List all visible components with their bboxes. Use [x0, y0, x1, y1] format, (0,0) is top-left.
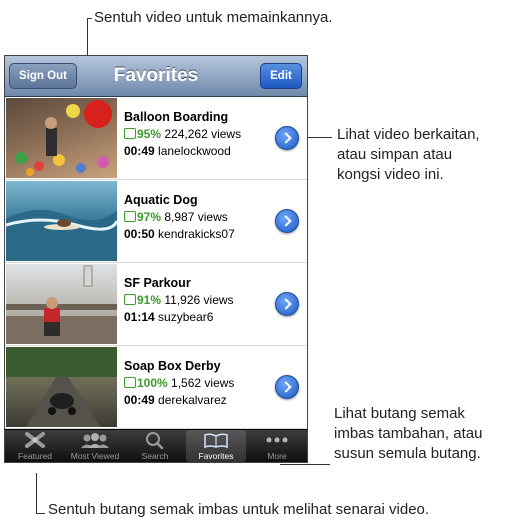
- annotation-top: Sentuh video untuk memainkannya.: [94, 9, 333, 26]
- video-thumbnail[interactable]: [6, 98, 117, 178]
- tab-bar: Featured Most Viewed Search Favorites Mo…: [5, 429, 307, 462]
- video-stats: 91% 11,926 views: [124, 292, 234, 309]
- video-row-balloon-boarding[interactable]: Balloon Boarding 95% 224,262 views 00:49…: [5, 97, 307, 180]
- derby-thumbnail-art: [6, 347, 117, 427]
- tab-label: Favorites: [198, 451, 234, 461]
- detail-disclosure-button[interactable]: [275, 375, 299, 399]
- video-views: 224,262 views: [164, 127, 242, 141]
- video-views: 11,926 views: [164, 293, 234, 307]
- tab-label: Most Viewed: [70, 451, 120, 461]
- featured-icon: [25, 432, 45, 448]
- video-title: Soap Box Derby: [124, 359, 221, 373]
- tab-label: More: [267, 451, 287, 461]
- tab-favorites[interactable]: Favorites: [186, 430, 246, 462]
- video-duration: 00:49: [124, 393, 155, 407]
- video-duration: 00:50: [124, 227, 155, 241]
- video-user: derekalvarez: [158, 393, 227, 407]
- video-rating: 97%: [137, 210, 162, 224]
- video-rating: 95%: [137, 127, 162, 141]
- edit-button[interactable]: Edit: [260, 63, 302, 89]
- thumbs-up-icon: [124, 211, 136, 222]
- phone-screen: Sign Out Favorites Edit Balloon Boarding…: [4, 55, 308, 463]
- video-info: Aquatic Dog 97% 8,987 views 00:50 kendra…: [124, 192, 235, 243]
- video-stats: 100% 1,562 views: [124, 375, 234, 392]
- video-duration: 00:49: [124, 144, 155, 158]
- detail-disclosure-button[interactable]: [275, 209, 299, 233]
- balloon-thumbnail-art: [15, 100, 112, 176]
- tab-label: Featured: [17, 451, 53, 461]
- video-meta: 00:49 derekalvarez: [124, 392, 234, 409]
- annotation-right-2: Lihat butang semak imbas tambahan, atau …: [334, 405, 483, 462]
- video-views: 1,562 views: [171, 376, 235, 390]
- thumbs-up-icon: [124, 128, 136, 139]
- detail-disclosure-button[interactable]: [275, 292, 299, 316]
- tab-most-viewed[interactable]: Most Viewed: [65, 430, 125, 462]
- video-user: lanelockwood: [158, 144, 231, 158]
- most-viewed-icon: [81, 433, 109, 448]
- video-views: 8,987 views: [164, 210, 228, 224]
- video-title: Balloon Boarding: [124, 110, 229, 124]
- video-stats: 95% 224,262 views: [124, 126, 241, 143]
- video-row-aquatic-dog[interactable]: Aquatic Dog 97% 8,987 views 00:50 kendra…: [5, 180, 307, 263]
- annotation-bottom: Sentuh butang semak imbas untuk melihat …: [48, 501, 430, 518]
- video-meta: 01:14 suzybear6: [124, 309, 234, 326]
- video-duration: 01:14: [124, 310, 155, 324]
- annotation-right-1: Lihat video berkaitan, atau simpan atau …: [337, 126, 480, 183]
- video-meta: 00:49 lanelockwood: [124, 143, 241, 160]
- leader-line-bottom-tick: [36, 513, 45, 514]
- leader-line-bottom: [36, 473, 37, 514]
- tab-label: Search: [141, 451, 169, 461]
- video-info: Soap Box Derby 100% 1,562 views 00:49 de…: [124, 358, 234, 409]
- video-user: suzybear6: [158, 310, 214, 324]
- leader-line-top-tick: [87, 18, 92, 19]
- video-thumbnail[interactable]: [6, 347, 117, 427]
- navigation-bar: Sign Out Favorites Edit: [5, 56, 307, 97]
- video-rating: 100%: [137, 376, 168, 390]
- detail-disclosure-button[interactable]: [275, 126, 299, 150]
- parkour-thumbnail-art: [6, 265, 117, 344]
- video-list: Balloon Boarding 95% 224,262 views 00:49…: [5, 97, 307, 450]
- video-info: SF Parkour 91% 11,926 views 01:14 suzybe…: [124, 275, 234, 326]
- video-thumbnail[interactable]: [6, 264, 117, 344]
- video-meta: 00:50 kendrakicks07: [124, 226, 235, 243]
- video-row-sf-parkour[interactable]: SF Parkour 91% 11,926 views 01:14 suzybe…: [5, 263, 307, 346]
- video-title: Aquatic Dog: [124, 193, 198, 207]
- thumbs-up-icon: [124, 294, 136, 305]
- video-stats: 97% 8,987 views: [124, 209, 235, 226]
- video-user: kendrakicks07: [158, 227, 235, 241]
- leader-line-right-2: [280, 464, 330, 465]
- video-rating: 91%: [137, 293, 162, 307]
- tab-featured[interactable]: Featured: [5, 430, 65, 462]
- video-title: SF Parkour: [124, 276, 191, 290]
- search-icon: [146, 432, 164, 449]
- tab-search[interactable]: Search: [125, 430, 185, 462]
- video-thumbnail[interactable]: [6, 181, 117, 261]
- favorites-icon: [204, 433, 228, 449]
- video-info: Balloon Boarding 95% 224,262 views 00:49…: [124, 109, 241, 160]
- tab-more[interactable]: More: [247, 430, 307, 462]
- thumbs-up-icon: [124, 377, 136, 388]
- surf-thumbnail-art: [6, 209, 117, 261]
- more-icon: [266, 437, 288, 443]
- video-row-soap-box-derby[interactable]: Soap Box Derby 100% 1,562 views 00:49 de…: [5, 346, 307, 429]
